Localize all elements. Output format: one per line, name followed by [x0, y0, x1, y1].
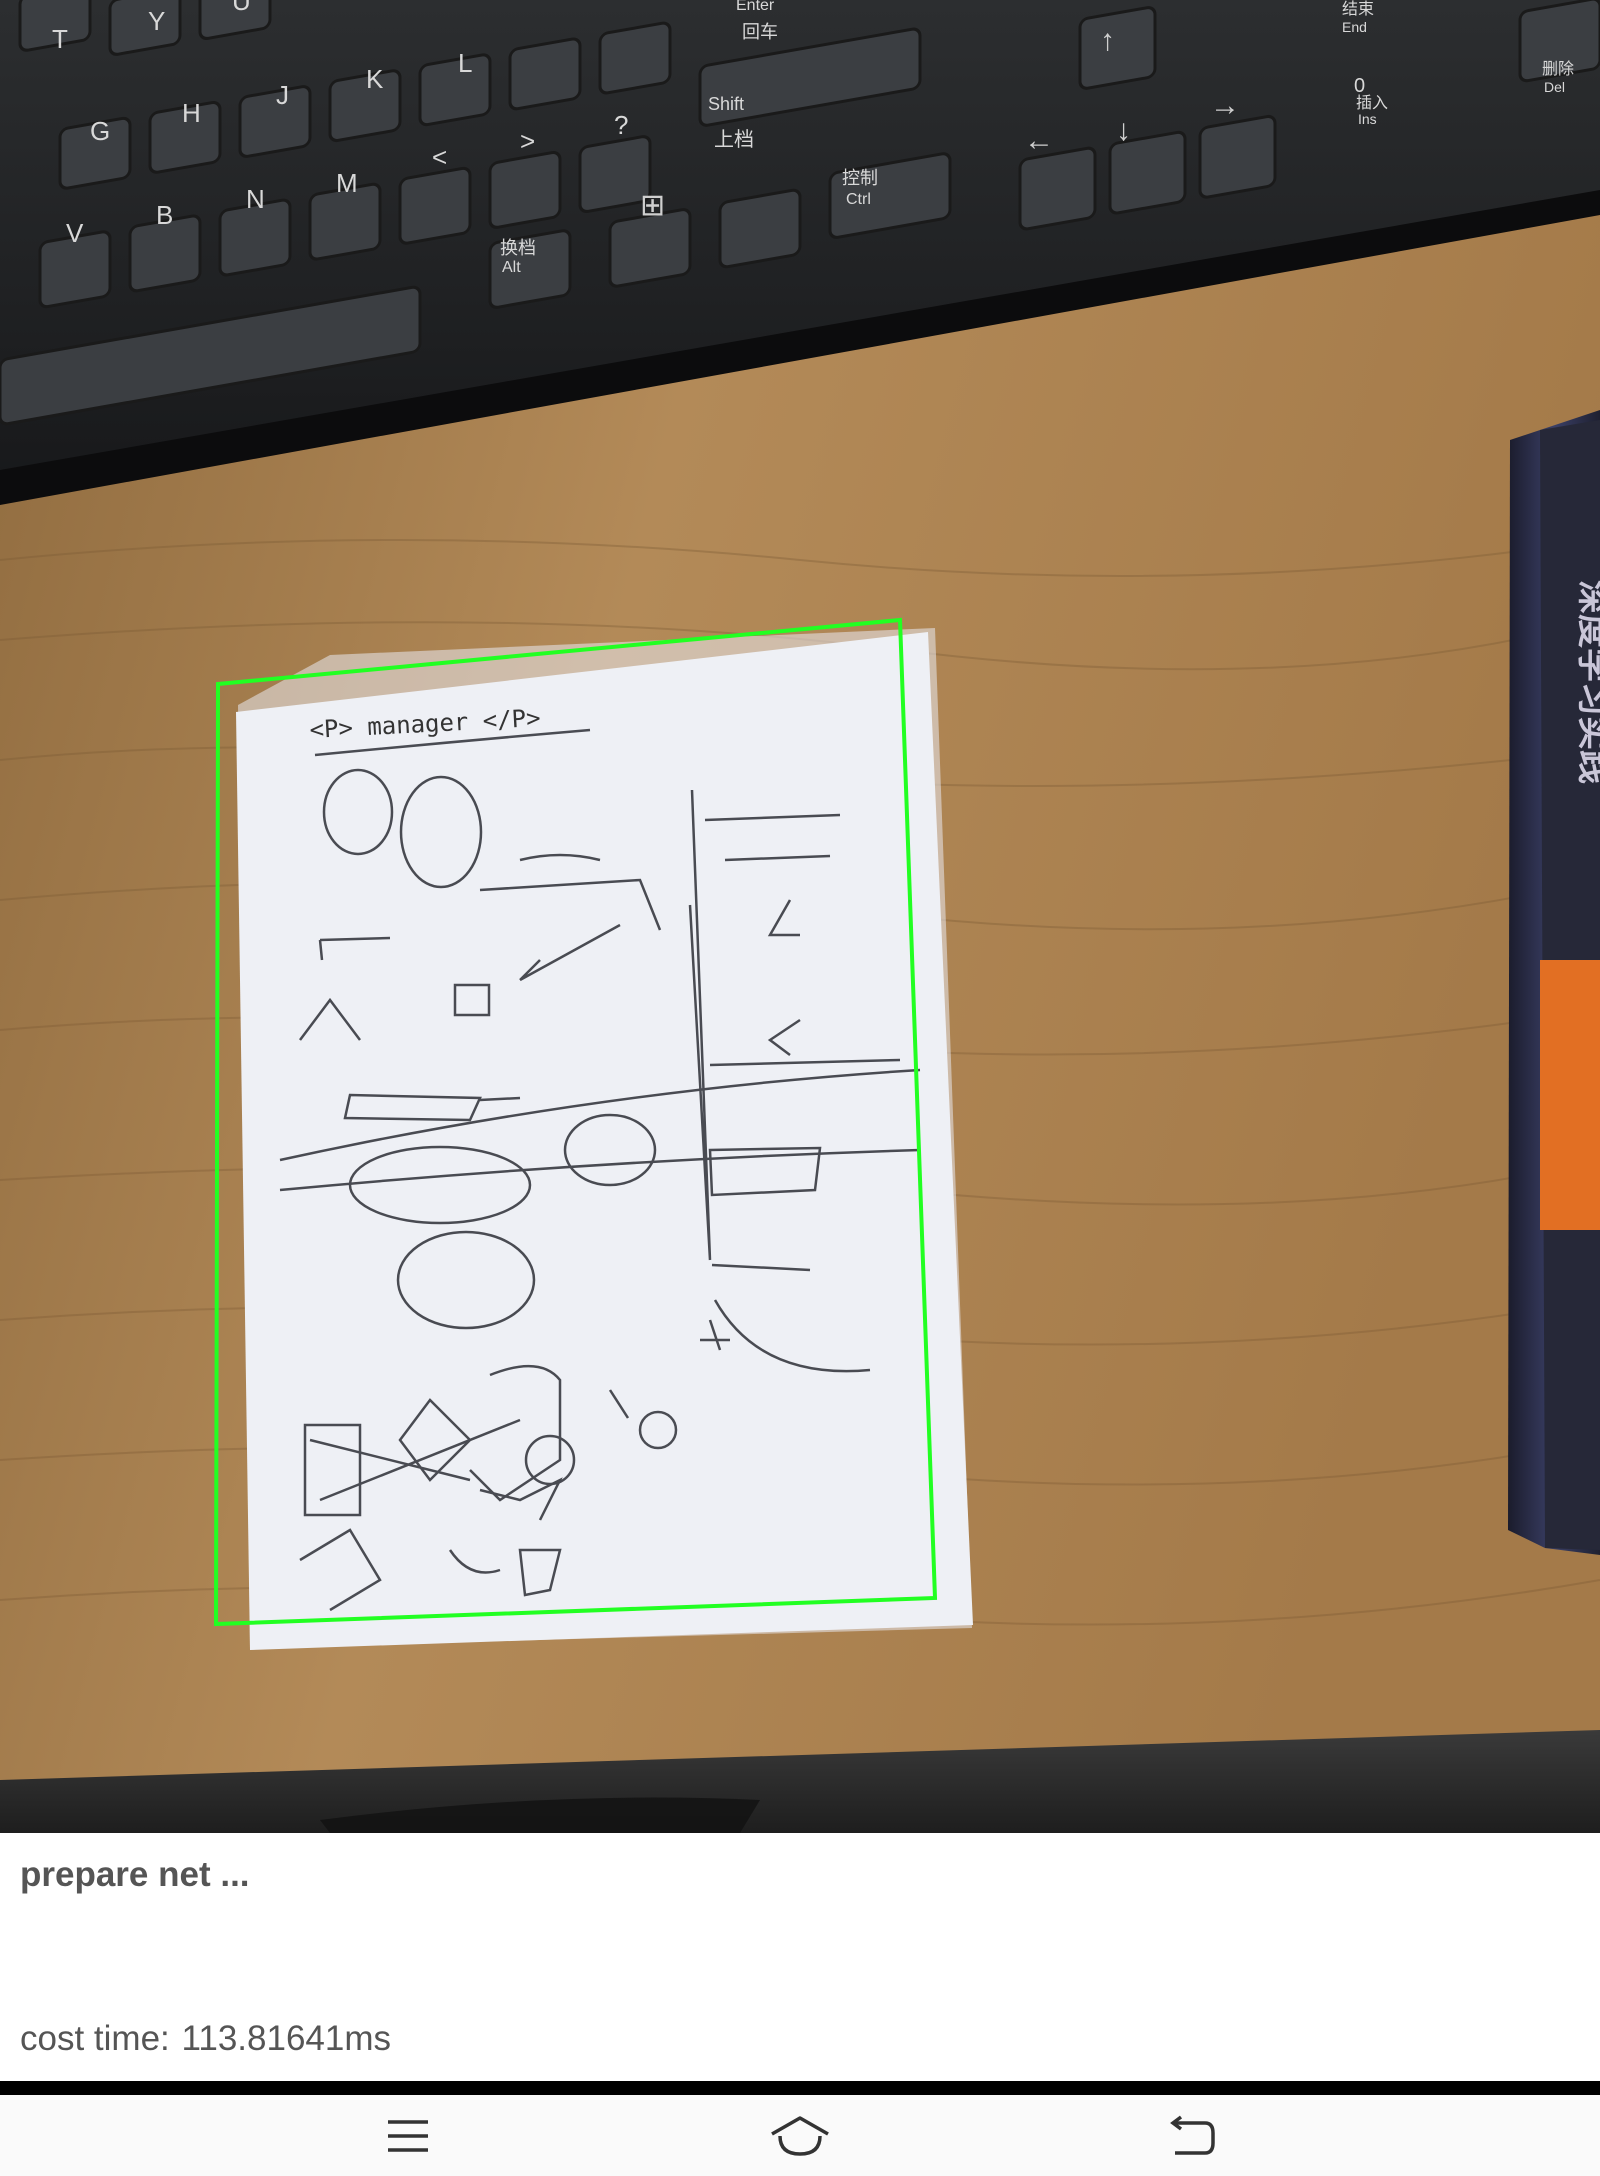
key-legend: End — [1342, 19, 1367, 35]
key-legend: 回车 — [742, 22, 778, 42]
back-button[interactable] — [1132, 2095, 1252, 2176]
key-legend: J — [276, 80, 289, 110]
cost-time-value: 113.81641ms — [181, 2019, 392, 2058]
key-legend: 结束 — [1342, 0, 1374, 18]
paper-sheet: <P> manager </P> — [236, 628, 973, 1650]
key-legend: N — [246, 184, 265, 214]
key-legend: K — [366, 64, 384, 94]
key-legend: V — [66, 218, 84, 248]
key-legend: Enter — [736, 0, 775, 14]
key-legend: 换档 — [500, 238, 536, 258]
info-panel: prepare net ... cost time: 113.81641ms — [0, 1833, 1600, 2081]
cost-time-label: cost time: — [20, 2019, 170, 2058]
menu-icon — [388, 2119, 428, 2152]
book: 深度学习实践 — [1508, 410, 1600, 1555]
key-legend: 控制 — [842, 168, 878, 188]
key-legend: ? — [614, 110, 628, 140]
key-legend: > — [520, 126, 535, 156]
key-legend: < — [432, 142, 447, 172]
key-legend: Ins — [1358, 111, 1377, 127]
key-legend: B — [156, 200, 173, 230]
key-legend: U — [232, 0, 251, 16]
status-text: prepare net ... — [20, 1855, 250, 1894]
key-legend: Ctrl — [846, 191, 871, 208]
key-legend: 上档 — [714, 128, 754, 151]
windows-key-icon: ⊞ — [640, 189, 665, 222]
key-legend: G — [90, 116, 110, 146]
camera-preview: Y U T G H J K L V B N M < > ? Shift 上档 E… — [0, 0, 1600, 1833]
key-legend: Alt — [502, 259, 521, 276]
key-legend: H — [182, 98, 201, 128]
arrow-up-icon: ↑ — [1100, 24, 1115, 57]
arrow-left-icon: ← — [1024, 124, 1054, 157]
camera-scene: Y U T G H J K L V B N M < > ? Shift 上档 E… — [0, 0, 1600, 1833]
menu-button[interactable] — [348, 2095, 468, 2176]
book-spine-title: 深度学习实践 — [1574, 580, 1600, 784]
key-legend: Y — [148, 6, 165, 36]
key-legend: L — [458, 48, 472, 78]
home-icon — [771, 2115, 829, 2156]
system-nav-bar — [0, 2095, 1600, 2176]
back-icon — [1170, 2115, 1215, 2155]
nav-divider — [0, 2081, 1600, 2095]
home-button[interactable] — [740, 2095, 860, 2176]
key-legend: Shift — [708, 94, 744, 114]
cost-time-readout: cost time: 113.81641ms — [20, 2019, 391, 2059]
key-legend: 插入 — [1356, 94, 1388, 112]
key-legend: Del — [1544, 79, 1565, 95]
key-legend: 0 — [1354, 75, 1365, 97]
key-legend: 删除 — [1542, 60, 1574, 78]
key-legend: M — [336, 168, 358, 198]
arrow-right-icon: → — [1210, 89, 1240, 122]
key-legend: T — [52, 24, 68, 54]
arrow-down-icon: ↓ — [1116, 114, 1131, 147]
